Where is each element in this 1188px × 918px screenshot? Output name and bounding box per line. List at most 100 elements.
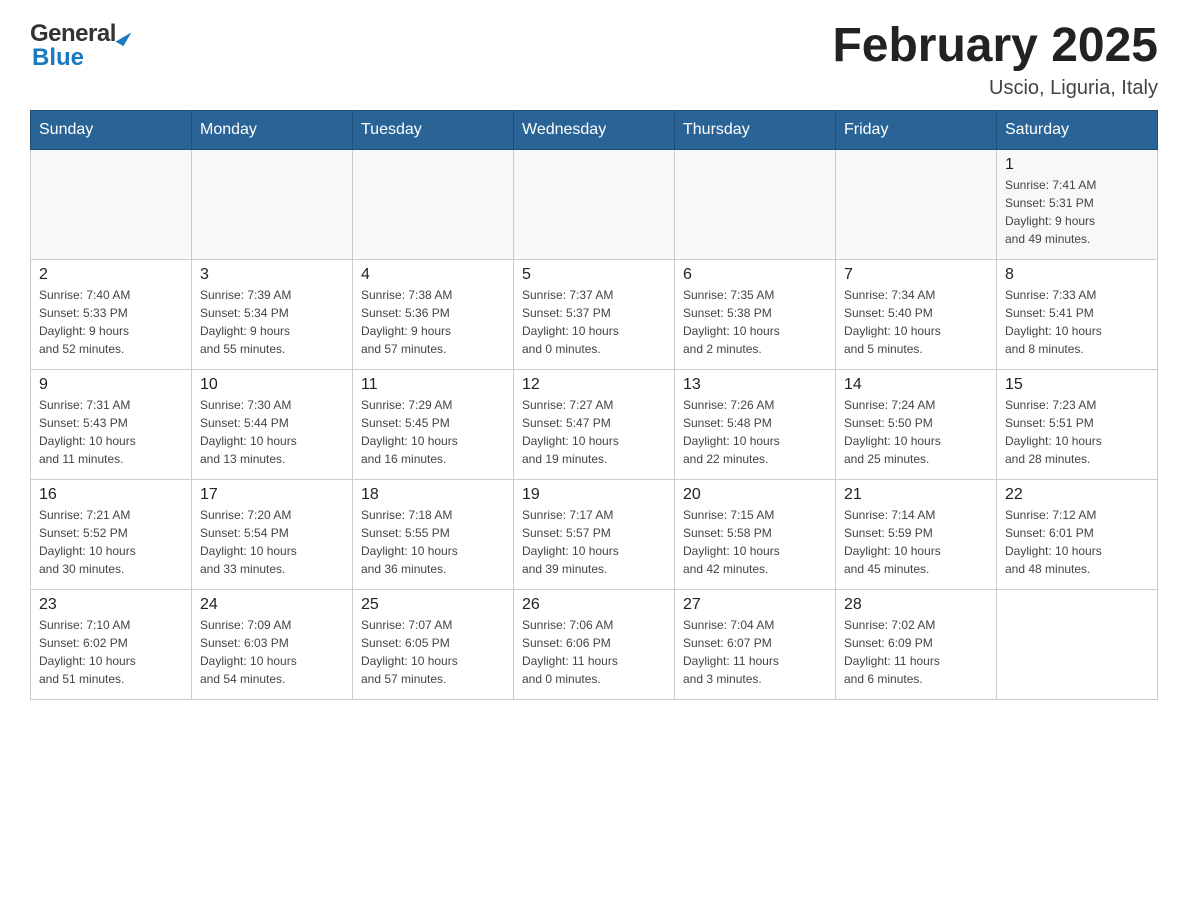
week-row-2: 2 Sunrise: 7:40 AM Sunset: 5:33 PM Daylig…	[31, 259, 1158, 369]
calendar-table: SundayMondayTuesdayWednesdayThursdayFrid…	[30, 110, 1158, 700]
day-header-thursday: Thursday	[675, 110, 836, 149]
day-cell: 22 Sunrise: 7:12 AM Sunset: 6:01 PM Dayli…	[997, 479, 1158, 589]
day-number: 19	[522, 486, 666, 504]
day-info: Sunrise: 7:02 AM Sunset: 6:09 PM Dayligh…	[844, 616, 988, 688]
day-cell: 18 Sunrise: 7:18 AM Sunset: 5:55 PM Dayli…	[353, 479, 514, 589]
day-number: 13	[683, 376, 827, 394]
day-cell: 8 Sunrise: 7:33 AM Sunset: 5:41 PM Daylig…	[997, 259, 1158, 369]
day-info: Sunrise: 7:31 AM Sunset: 5:43 PM Dayligh…	[39, 396, 183, 468]
day-cell	[192, 149, 353, 259]
day-number: 7	[844, 266, 988, 284]
location: Uscio, Liguria, Italy	[832, 77, 1158, 100]
day-cell: 11 Sunrise: 7:29 AM Sunset: 5:45 PM Dayli…	[353, 369, 514, 479]
day-info: Sunrise: 7:15 AM Sunset: 5:58 PM Dayligh…	[683, 506, 827, 578]
day-info: Sunrise: 7:34 AM Sunset: 5:40 PM Dayligh…	[844, 286, 988, 358]
day-cell: 21 Sunrise: 7:14 AM Sunset: 5:59 PM Dayli…	[836, 479, 997, 589]
day-number: 1	[1005, 156, 1149, 174]
day-number: 4	[361, 266, 505, 284]
day-info: Sunrise: 7:23 AM Sunset: 5:51 PM Dayligh…	[1005, 396, 1149, 468]
day-header-saturday: Saturday	[997, 110, 1158, 149]
calendar-body: 1 Sunrise: 7:41 AM Sunset: 5:31 PM Daylig…	[31, 149, 1158, 699]
day-info: Sunrise: 7:38 AM Sunset: 5:36 PM Dayligh…	[361, 286, 505, 358]
day-number: 10	[200, 376, 344, 394]
day-info: Sunrise: 7:06 AM Sunset: 6:06 PM Dayligh…	[522, 616, 666, 688]
day-cell: 25 Sunrise: 7:07 AM Sunset: 6:05 PM Dayli…	[353, 589, 514, 699]
day-info: Sunrise: 7:12 AM Sunset: 6:01 PM Dayligh…	[1005, 506, 1149, 578]
day-number: 11	[361, 376, 505, 394]
logo-blue-text: Blue	[32, 44, 84, 72]
day-info: Sunrise: 7:04 AM Sunset: 6:07 PM Dayligh…	[683, 616, 827, 688]
day-info: Sunrise: 7:14 AM Sunset: 5:59 PM Dayligh…	[844, 506, 988, 578]
day-header-monday: Monday	[192, 110, 353, 149]
day-cell	[31, 149, 192, 259]
day-cell	[353, 149, 514, 259]
day-cell: 19 Sunrise: 7:17 AM Sunset: 5:57 PM Dayli…	[514, 479, 675, 589]
day-number: 15	[1005, 376, 1149, 394]
page-header: General Blue February 2025 Uscio, Liguri…	[30, 20, 1158, 100]
day-number: 25	[361, 596, 505, 614]
day-cell: 2 Sunrise: 7:40 AM Sunset: 5:33 PM Daylig…	[31, 259, 192, 369]
day-cell: 27 Sunrise: 7:04 AM Sunset: 6:07 PM Dayli…	[675, 589, 836, 699]
day-number: 5	[522, 266, 666, 284]
day-cell: 5Sunrise: 7:37 AM Sunset: 5:37 PM Daylig…	[514, 259, 675, 369]
day-number: 24	[200, 596, 344, 614]
day-number: 28	[844, 596, 988, 614]
logo: General Blue	[30, 20, 128, 72]
day-info: Sunrise: 7:21 AM Sunset: 5:52 PM Dayligh…	[39, 506, 183, 578]
day-cell: 1 Sunrise: 7:41 AM Sunset: 5:31 PM Daylig…	[997, 149, 1158, 259]
month-title: February 2025	[832, 20, 1158, 73]
day-cell	[675, 149, 836, 259]
day-info: Sunrise: 7:17 AM Sunset: 5:57 PM Dayligh…	[522, 506, 666, 578]
day-cell: 13Sunrise: 7:26 AM Sunset: 5:48 PM Dayli…	[675, 369, 836, 479]
day-header-friday: Friday	[836, 110, 997, 149]
day-info: Sunrise: 7:40 AM Sunset: 5:33 PM Dayligh…	[39, 286, 183, 358]
day-header-wednesday: Wednesday	[514, 110, 675, 149]
day-cell: 14 Sunrise: 7:24 AM Sunset: 5:50 PM Dayli…	[836, 369, 997, 479]
day-number: 2	[39, 266, 183, 284]
day-number: 27	[683, 596, 827, 614]
day-info: Sunrise: 7:33 AM Sunset: 5:41 PM Dayligh…	[1005, 286, 1149, 358]
day-number: 26	[522, 596, 666, 614]
day-number: 22	[1005, 486, 1149, 504]
day-cell: 26 Sunrise: 7:06 AM Sunset: 6:06 PM Dayli…	[514, 589, 675, 699]
week-row-4: 16 Sunrise: 7:21 AM Sunset: 5:52 PM Dayli…	[31, 479, 1158, 589]
day-cell	[514, 149, 675, 259]
day-number: 20	[683, 486, 827, 504]
day-cell: 15 Sunrise: 7:23 AM Sunset: 5:51 PM Dayli…	[997, 369, 1158, 479]
calendar-header-row: SundayMondayTuesdayWednesdayThursdayFrid…	[31, 110, 1158, 149]
day-number: 17	[200, 486, 344, 504]
day-cell: 17Sunrise: 7:20 AM Sunset: 5:54 PM Dayli…	[192, 479, 353, 589]
day-number: 18	[361, 486, 505, 504]
logo-arrow-icon	[115, 28, 131, 46]
day-info: Sunrise: 7:27 AM Sunset: 5:47 PM Dayligh…	[522, 396, 666, 468]
day-header-tuesday: Tuesday	[353, 110, 514, 149]
day-info: Sunrise: 7:24 AM Sunset: 5:50 PM Dayligh…	[844, 396, 988, 468]
day-info: Sunrise: 7:39 AM Sunset: 5:34 PM Dayligh…	[200, 286, 344, 358]
day-number: 9	[39, 376, 183, 394]
day-info: Sunrise: 7:29 AM Sunset: 5:45 PM Dayligh…	[361, 396, 505, 468]
week-row-5: 23Sunrise: 7:10 AM Sunset: 6:02 PM Dayli…	[31, 589, 1158, 699]
day-info: Sunrise: 7:18 AM Sunset: 5:55 PM Dayligh…	[361, 506, 505, 578]
day-cell: 24Sunrise: 7:09 AM Sunset: 6:03 PM Dayli…	[192, 589, 353, 699]
day-cell: 23Sunrise: 7:10 AM Sunset: 6:02 PM Dayli…	[31, 589, 192, 699]
day-cell: 7 Sunrise: 7:34 AM Sunset: 5:40 PM Daylig…	[836, 259, 997, 369]
day-info: Sunrise: 7:35 AM Sunset: 5:38 PM Dayligh…	[683, 286, 827, 358]
day-info: Sunrise: 7:10 AM Sunset: 6:02 PM Dayligh…	[39, 616, 183, 688]
day-header-sunday: Sunday	[31, 110, 192, 149]
day-cell	[836, 149, 997, 259]
day-number: 3	[200, 266, 344, 284]
day-cell: 16 Sunrise: 7:21 AM Sunset: 5:52 PM Dayli…	[31, 479, 192, 589]
day-number: 21	[844, 486, 988, 504]
day-cell: 28 Sunrise: 7:02 AM Sunset: 6:09 PM Dayli…	[836, 589, 997, 699]
day-cell: 10Sunrise: 7:30 AM Sunset: 5:44 PM Dayli…	[192, 369, 353, 479]
day-info: Sunrise: 7:07 AM Sunset: 6:05 PM Dayligh…	[361, 616, 505, 688]
day-number: 8	[1005, 266, 1149, 284]
day-number: 12	[522, 376, 666, 394]
day-info: Sunrise: 7:41 AM Sunset: 5:31 PM Dayligh…	[1005, 176, 1149, 248]
day-number: 14	[844, 376, 988, 394]
day-cell: 4 Sunrise: 7:38 AM Sunset: 5:36 PM Daylig…	[353, 259, 514, 369]
day-cell	[997, 589, 1158, 699]
title-area: February 2025 Uscio, Liguria, Italy	[832, 20, 1158, 100]
day-number: 16	[39, 486, 183, 504]
day-cell: 9 Sunrise: 7:31 AM Sunset: 5:43 PM Daylig…	[31, 369, 192, 479]
